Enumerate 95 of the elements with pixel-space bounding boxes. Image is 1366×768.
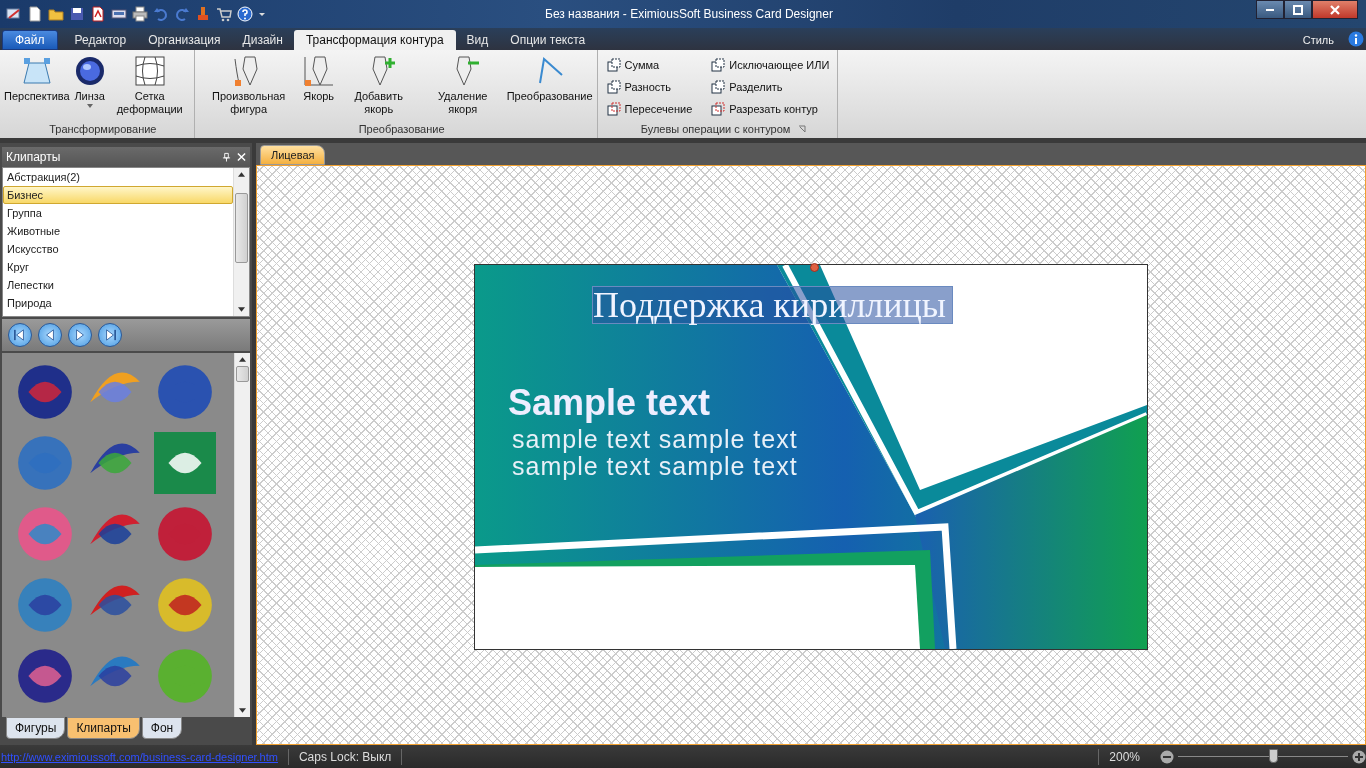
last-icon [104,329,116,341]
clipart-thumbnail[interactable] [154,432,216,494]
ribbon-button[interactable]: Разрезать контур [708,98,832,120]
previous-icon [44,329,56,341]
ribbon-tab[interactable]: Опции текста [499,30,597,50]
last-page-button[interactable] [98,323,122,347]
new-file-icon[interactable] [27,6,43,22]
lens-icon [73,55,106,87]
scroll-down-icon[interactable] [239,708,246,713]
stamp-icon[interactable] [195,6,211,22]
shape-combine-icon [710,79,727,95]
zoom-in-icon[interactable] [1352,749,1366,764]
scroll-up-icon[interactable] [238,172,245,177]
maximize-button[interactable] [1284,0,1312,19]
ribbon-group-label: Трансформирование [49,123,157,135]
category-item[interactable]: Группа [3,204,233,222]
pin-icon[interactable] [222,152,231,162]
close-icon[interactable] [237,152,246,162]
minimize-icon [1266,8,1274,11]
panel-title: Клипарты [6,150,62,164]
ribbon-button[interactable]: Разность [603,76,695,98]
minimize-button[interactable] [1256,0,1284,19]
category-item[interactable]: Лепестки [3,276,233,294]
pen-anchor-icon [302,55,335,87]
scroll-up-icon[interactable] [239,357,246,362]
next-icon [74,329,86,341]
cart-icon[interactable] [216,6,232,22]
category-item[interactable]: Природа [3,294,233,312]
scrollbar-thumb[interactable] [236,366,249,382]
ribbon-tab[interactable]: Трансформация контура [293,30,456,50]
ribbon-button[interactable]: Якорь [300,53,337,105]
close-button[interactable] [1312,0,1358,19]
ribbon-button[interactable]: Преобразование [504,53,595,105]
category-item[interactable]: Искусство [3,240,233,258]
redo-icon[interactable] [174,6,190,22]
ribbon-button[interactable]: Исключающее ИЛИ [708,54,832,76]
app-logo-icon[interactable] [6,6,22,22]
category-item[interactable]: Животные [3,222,233,240]
ribbon-button[interactable]: Линза [71,53,108,111]
ribbon-button[interactable]: Произвольная фигура [196,53,301,118]
style-menu-button[interactable]: Стиль [1296,33,1340,47]
category-item[interactable]: Абстракция(2) [3,168,233,186]
save-icon[interactable] [69,6,85,22]
close-icon [1330,4,1340,15]
ribbon-button[interactable]: Перспектива [2,53,72,105]
ribbon-tab[interactable]: Организация [137,30,232,50]
shape-combine-icon [710,101,727,117]
scroll-down-icon[interactable] [238,307,245,312]
ribbon-group-label: Булевы операции с контуром [640,123,791,135]
print-icon[interactable] [132,6,148,22]
open-folder-icon[interactable] [48,6,64,22]
zoom-level: 200% [1109,749,1140,764]
card-text: sample text sample text [512,453,798,480]
ribbon-button[interactable]: Пересечение [603,98,695,120]
ribbon-button[interactable]: Сетка деформации [107,53,192,118]
panel-tab[interactable]: Клипарты [67,717,140,739]
panel-tab[interactable]: Фон [141,717,183,739]
card-text: sample text sample text [512,426,798,453]
first-page-button[interactable] [8,323,32,347]
shape-combine-icon [605,79,622,95]
shape-combine-icon [710,57,727,73]
pdf-icon[interactable] [90,6,106,22]
help-icon[interactable] [237,6,253,22]
file-menu-button[interactable]: Файл [2,30,58,50]
window-title: Без названия - EximiousSoft Business Card Designer [545,7,833,21]
document-tab[interactable]: Лицевая [260,145,326,165]
rotation-handle[interactable] [810,263,819,272]
panel-tab[interactable]: Фигуры [6,717,66,739]
ribbon-tab[interactable]: Дизайн [231,30,294,50]
caps-lock-status: Caps Lock: Выкл [298,749,392,764]
caret-icon[interactable] [258,10,266,18]
ribbon-button[interactable]: Разделить [708,76,832,98]
category-item[interactable]: Круг [3,258,233,276]
next-button[interactable] [68,323,92,347]
undo-icon[interactable] [153,6,169,22]
shape-combine-icon [605,57,622,73]
card-title: Sample text [508,382,711,424]
shape-combine-icon [605,101,622,117]
zoom-slider-thumb[interactable] [1268,749,1278,763]
ribbon-button[interactable]: Сумма [603,54,695,76]
category-item[interactable]: Бизнес [3,186,233,204]
maximize-icon [1293,4,1303,15]
perspective-icon [20,55,53,87]
mesh-grid-icon [133,55,166,87]
ribbon-tab[interactable]: Редактор [63,30,138,50]
ribbon-button[interactable]: Добавить якорь [336,53,421,118]
info-icon[interactable] [1348,31,1364,47]
scrollbar-thumb[interactable] [235,193,248,263]
previous-button[interactable] [38,323,62,347]
dialog-launcher-icon[interactable] [798,125,807,133]
zoom-out-icon[interactable] [1160,749,1174,764]
ribbon-button[interactable]: Удаление якоря [420,53,505,118]
ribbon-group-label: Преобразование [358,123,445,135]
first-icon [14,329,26,341]
ribbon-tab[interactable]: Вид [455,30,500,50]
